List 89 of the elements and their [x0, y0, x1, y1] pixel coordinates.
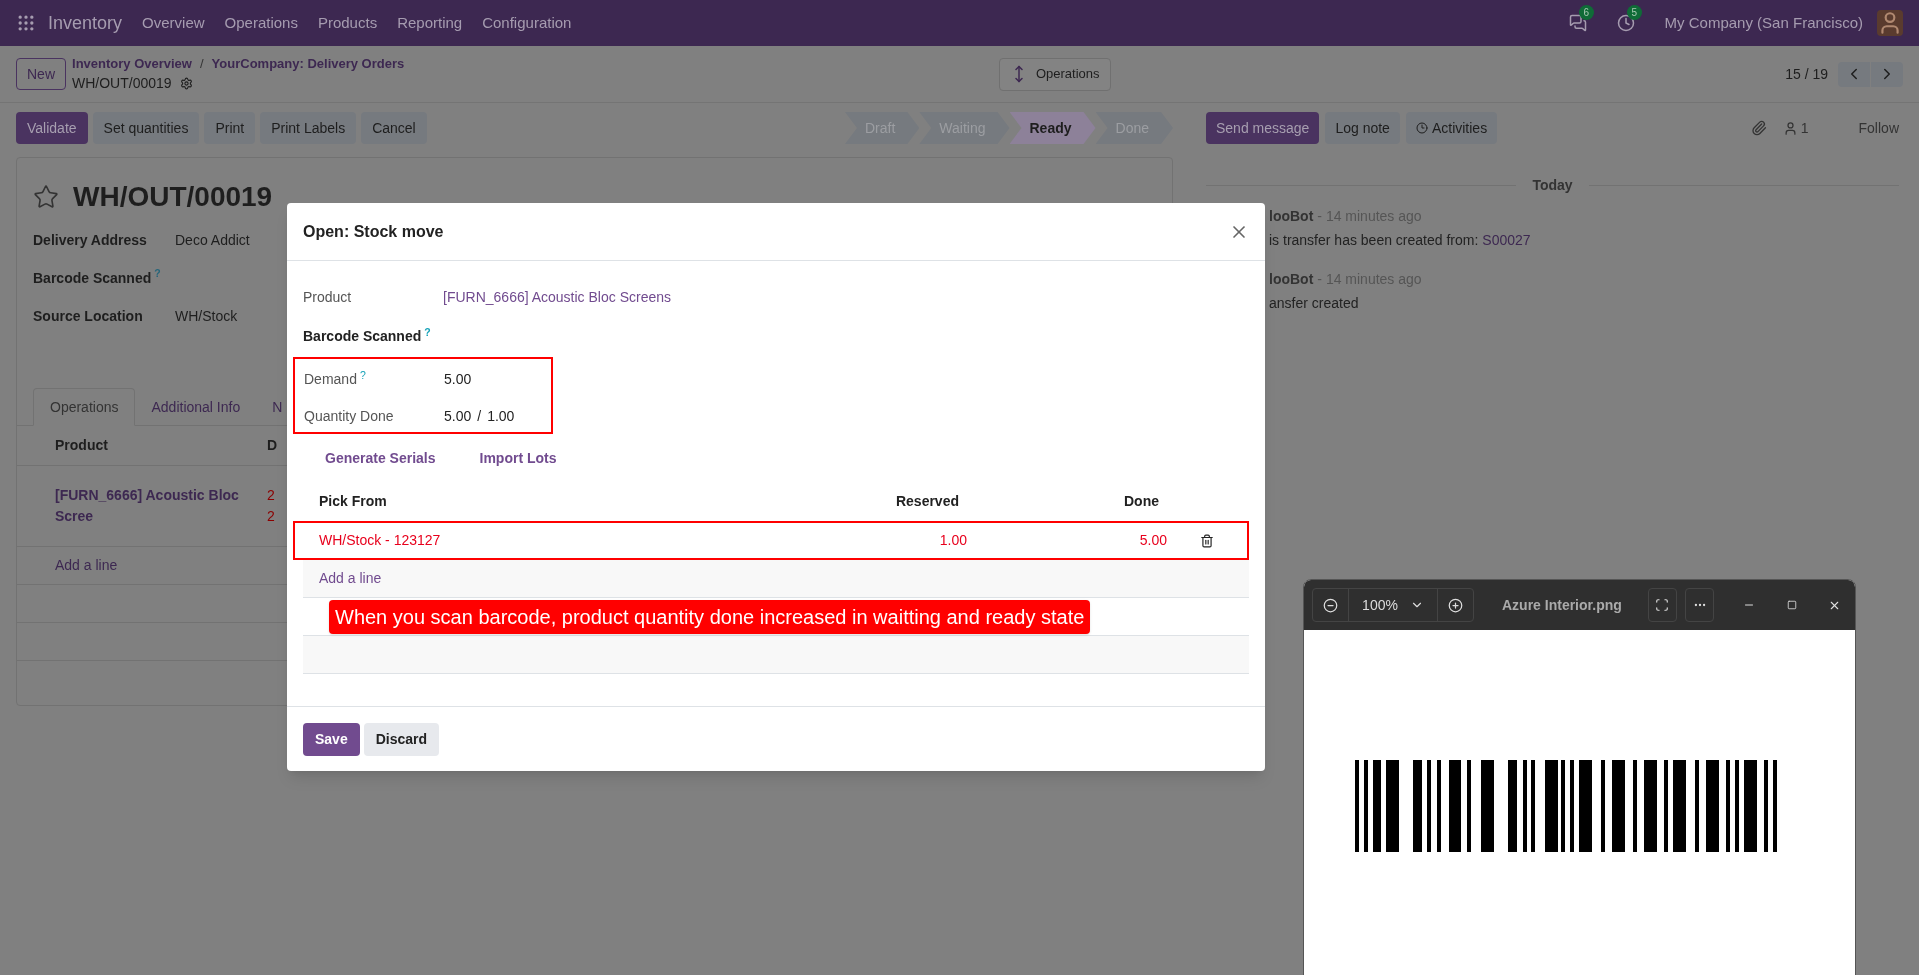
add-line-link[interactable]: Add a line [319, 568, 382, 589]
record-name: WH/OUT/00019 [72, 74, 172, 94]
add-line-link[interactable]: Add a line [17, 555, 118, 576]
record-title: WH/OUT/00019 [73, 180, 273, 214]
attachment-icon[interactable] [1750, 120, 1767, 136]
messages-badge: 6 [1578, 5, 1595, 20]
field-label: Source Location [33, 306, 144, 326]
date-separator: Today [1532, 176, 1573, 195]
zoom-out-icon [1323, 597, 1338, 613]
messages-icon[interactable] [1568, 14, 1587, 32]
action-button[interactable]: Set quantities [92, 112, 200, 144]
followers-count: 1 [1800, 118, 1809, 138]
activities-badge: 5 [1626, 5, 1643, 20]
annotation-label: When you scan barcode, product quantity done increased in waitting and ready state [329, 599, 1091, 634]
field-label: Demand $^{?}$ [304, 369, 367, 389]
field-value: 5.00 [444, 407, 472, 426]
column-header: Reserved [894, 491, 959, 511]
table-row[interactable]: WH/Stock - 123127 1.00 5.00 [293, 521, 1249, 560]
separator-text: / [477, 407, 482, 426]
followers-icon[interactable] [1782, 120, 1798, 136]
follow-link[interactable]: Follow [1858, 117, 1899, 139]
next-button[interactable] [1871, 61, 1903, 87]
dialog-button[interactable]: Discard [363, 722, 440, 756]
field-value: 1.00 [487, 407, 515, 426]
favorite-star-icon[interactable] [33, 184, 59, 210]
breadcrumb-link[interactable]: Inventory Overview [72, 53, 192, 74]
chatter-button[interactable]: Send message [1206, 112, 1320, 144]
form-tab[interactable]: Operations [33, 388, 136, 426]
action-button[interactable]: Print Labels [260, 112, 357, 144]
product-link[interactable]: [FURN_6666] Acoustic Bloc Scree [17, 485, 267, 527]
message-body: is transfer has been created from: [1269, 231, 1479, 250]
apps-menu-icon[interactable] [16, 13, 36, 33]
chatter-button[interactable]: Log note [1325, 112, 1400, 144]
menu-item[interactable]: Operations [224, 11, 298, 35]
column-header: Product [54, 436, 109, 455]
column-header: Pick From [319, 491, 388, 511]
dialog-title: Open: Stock move [303, 221, 444, 242]
action-link[interactable]: Generate Serials [325, 448, 436, 469]
company-switcher[interactable]: My Company (San Francisco) [1664, 11, 1863, 35]
message-author: looBot [1269, 207, 1314, 226]
menu-item[interactable]: Overview [142, 11, 205, 35]
table-cell-text: WH/Stock - 123127 [319, 531, 442, 550]
action-button[interactable]: Validate [16, 112, 88, 144]
field-value: WH/Stock [175, 306, 238, 326]
pager-value: 15 / 19 [1785, 64, 1828, 84]
table-cell-text: 5.00 [1138, 531, 1167, 550]
previous-button[interactable] [1838, 61, 1870, 87]
action-button[interactable]: Cancel [361, 112, 427, 144]
form-tab[interactable]: Additional Info [135, 388, 257, 426]
menu-item[interactable]: Products [317, 11, 378, 35]
column-header: D [267, 436, 278, 455]
message-link[interactable]: S00027 [1482, 230, 1531, 251]
product-link[interactable]: [FURN_6666] Acoustic Bloc Screens [443, 287, 671, 308]
column-header: Done [1123, 491, 1159, 511]
menu-item[interactable]: Configuration [482, 11, 572, 35]
new-button[interactable]: New [16, 58, 66, 90]
form-tab[interactable]: N [256, 388, 299, 426]
table-cell-text: 1.00 [938, 531, 967, 550]
breadcrumb-link[interactable]: YourCompany: Delivery Orders [211, 53, 405, 74]
field-label: Delivery Address [33, 230, 148, 250]
settings-icon[interactable] [179, 77, 193, 91]
field-label: Product [303, 288, 353, 307]
app-name[interactable]: Inventory [48, 9, 123, 37]
user-avatar[interactable] [1877, 10, 1903, 36]
field-value: Deco Addict [175, 230, 250, 250]
action-button[interactable]: Print [204, 112, 256, 144]
table-cell-text: 2 [267, 486, 275, 505]
menu-item[interactable]: Reporting [397, 11, 463, 35]
field-label: Quantity Done [304, 407, 395, 426]
status-step[interactable]: Ready [1009, 112, 1096, 144]
delete-icon[interactable] [1200, 533, 1214, 548]
chatter-button[interactable]: Activities [1405, 112, 1498, 144]
fullscreen-button[interactable] [1647, 588, 1678, 622]
message-author: looBot [1269, 270, 1314, 289]
operations-button[interactable]: Operations [998, 57, 1111, 91]
fullscreen-icon [1655, 598, 1670, 612]
maximize-icon [1786, 600, 1797, 610]
dialog-button[interactable]: Save [303, 722, 360, 756]
breadcrumb-separator: / [199, 54, 204, 73]
field-label: Barcode Scanned $^{?}$ [33, 267, 162, 288]
clock-icon [1415, 122, 1428, 134]
field-value: 5.00 [444, 370, 472, 389]
activities-icon[interactable] [1616, 14, 1635, 32]
field-label: Barcode Scanned $^{?}$ [303, 328, 431, 344]
image-file-name: Azure Interior.png [1502, 595, 1622, 615]
message-body: ansfer created [1269, 294, 1359, 313]
table-cell-text: 2 [267, 507, 275, 526]
action-link[interactable]: Import Lots [479, 448, 557, 469]
zoom-in-icon [1448, 597, 1463, 613]
